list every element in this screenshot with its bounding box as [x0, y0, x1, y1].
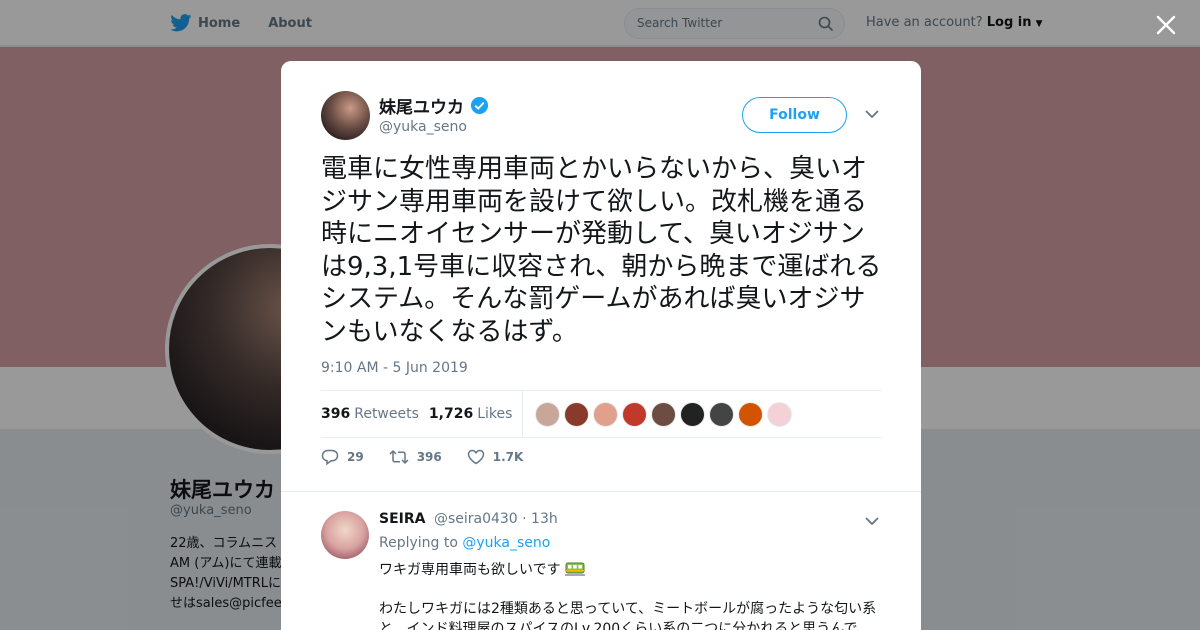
- train-emoji-icon: [564, 562, 585, 576]
- retweets-label: Retweets: [354, 406, 419, 422]
- likes-count: 1,726: [428, 406, 474, 422]
- verified-badge-icon: [470, 96, 489, 115]
- reply-action[interactable]: 29: [321, 449, 364, 465]
- retweet-count: 396: [416, 450, 442, 464]
- reply-tweet[interactable]: SEIRA @seira0430 · 13h Replying to @yuka…: [281, 491, 921, 630]
- reply-icon: [321, 449, 339, 465]
- reply-text-body: わたしワキガには2種類あると思っていて、ミートボールが腐ったような匂い系と、イン…: [379, 601, 877, 630]
- reply-count: 29: [347, 450, 364, 464]
- liker-avatar[interactable]: [767, 401, 793, 427]
- retweet-icon: [389, 449, 409, 465]
- reply-author-handle[interactable]: @seira0430: [434, 511, 518, 527]
- liker-avatars: [535, 401, 793, 427]
- reply-time[interactable]: · 13h: [522, 511, 558, 527]
- close-icon[interactable]: [1153, 12, 1179, 38]
- likes-label: Likes: [477, 406, 513, 422]
- follow-button[interactable]: Follow: [742, 97, 847, 133]
- liker-avatar[interactable]: [535, 401, 561, 427]
- retweets-stat[interactable]: 396 Retweets: [321, 406, 419, 422]
- chevron-down-icon[interactable]: [865, 109, 879, 119]
- liker-avatar[interactable]: [651, 401, 677, 427]
- reply-text-line1: ワキガ専用車両も欲しいです: [379, 559, 585, 579]
- retweet-action[interactable]: 396: [389, 449, 442, 465]
- tweet-stats: 396 Retweets 1,726 Likes: [321, 390, 881, 438]
- tweet-modal: 妹尾ユウカ @yuka_seno Follow 電車に女性専用車両とかいらないか…: [281, 61, 921, 630]
- tweet-text: 電車に女性専用車両とかいらないから、臭いオジサン専用車両を設けて欲しい。改札機を…: [321, 154, 882, 347]
- reply-text: ワキガ専用車両も欲しいです: [379, 562, 561, 578]
- reply-author-avatar[interactable]: [321, 511, 369, 559]
- liker-avatar[interactable]: [709, 401, 735, 427]
- replying-to: Replying to @yuka_seno: [379, 535, 550, 551]
- stats-divider: [522, 391, 524, 437]
- tweet-author-name: 妹尾ユウカ: [379, 98, 464, 118]
- retweets-count: 396: [321, 406, 351, 422]
- like-action[interactable]: 1.7K: [467, 449, 524, 465]
- replying-to-link[interactable]: @yuka_seno: [462, 535, 550, 551]
- reply-author-name[interactable]: SEIRA: [379, 511, 425, 527]
- tweet-actions: 29 396 1.7K: [321, 449, 548, 465]
- like-count: 1.7K: [492, 450, 524, 464]
- liker-avatar[interactable]: [738, 401, 764, 427]
- liker-avatar[interactable]: [564, 401, 590, 427]
- tweet-author-handle[interactable]: @yuka_seno: [379, 119, 467, 135]
- tweet-author-avatar[interactable]: [321, 91, 370, 140]
- liker-avatar[interactable]: [680, 401, 706, 427]
- liker-avatar[interactable]: [622, 401, 648, 427]
- liker-avatar[interactable]: [593, 401, 619, 427]
- likes-stat[interactable]: 1,726 Likes: [429, 406, 513, 422]
- heart-icon: [467, 449, 485, 465]
- reply-header: SEIRA @seira0430 · 13h: [379, 511, 558, 527]
- replying-prefix: Replying to: [379, 535, 458, 551]
- chevron-down-icon[interactable]: [865, 516, 879, 526]
- tweet-author-name-row[interactable]: 妹尾ユウカ: [379, 93, 489, 118]
- tweet-timestamp[interactable]: 9:10 AM - 5 Jun 2019: [321, 360, 468, 376]
